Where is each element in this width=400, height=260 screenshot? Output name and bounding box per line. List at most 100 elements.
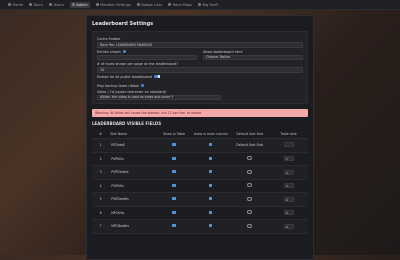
show-in-table-radio[interactable] (172, 156, 176, 160)
show-main-cell (191, 138, 231, 153)
page-field[interactable]: 10 (97, 67, 303, 73)
map-icon (168, 3, 172, 6)
public-toggle[interactable] (154, 75, 161, 78)
show-in-table-cell (156, 152, 192, 166)
default-sort-cell (230, 165, 270, 180)
entries-label: Entries shown (97, 50, 197, 54)
help-icon[interactable] (122, 49, 126, 54)
table-rank-stepper[interactable]: 3 (283, 183, 294, 189)
nav-item-member-settings[interactable]: Member Settings (95, 3, 131, 7)
default-sort-cell (230, 206, 270, 220)
public-label: Enable for all public leaderboard (97, 75, 303, 79)
default-sort-radio[interactable] (247, 210, 252, 215)
nav-item-big-stuff[interactable]: Big Stuff (198, 3, 218, 7)
stat-name: NPCDeaths (109, 219, 157, 234)
visible-fields-table: # Stat Name Show in Table show in main c… (92, 129, 308, 234)
stat-name: PVPDeaths (109, 165, 157, 180)
default-sort-radio[interactable] (247, 156, 252, 161)
table-row: 1 RFDataS Default Sort Stat (92, 138, 308, 153)
default-sort-cell (230, 192, 270, 207)
stat-name: PVEKills (109, 179, 157, 193)
row-number: 4 (92, 179, 110, 193)
fields-title: LEADERBOARD VISIBLE FIELDS (92, 121, 162, 126)
public-label-text: Enable for all public leaderboard (97, 74, 153, 79)
col-header: Default Sort Stat (230, 129, 270, 139)
show-in-table-cell (156, 138, 192, 153)
table-rank-cell: 4 (269, 192, 308, 207)
nav-label: Big Stuff (202, 2, 218, 7)
entries-field[interactable] (97, 54, 197, 60)
nav-label: Badge Lists (141, 2, 163, 7)
default-sort-cell (230, 179, 270, 193)
show-main-cell (191, 165, 231, 180)
entries-row: Entries shown Allow leaderboard html Cho… (97, 48, 303, 60)
row-number: 7 (92, 219, 110, 234)
col-header: # (92, 129, 110, 139)
nav-item-race-maps[interactable]: Race Maps (168, 3, 192, 7)
gear-icon (71, 3, 75, 6)
table-rank-stepper[interactable]: 4 (283, 196, 294, 202)
nav-item-users[interactable]: Users (49, 3, 64, 7)
default-sort-text: Default Sort Stat (236, 143, 263, 148)
help-icon[interactable] (141, 83, 145, 88)
show-in-table-radio[interactable] (172, 197, 176, 201)
default-sort-cell: Default Sort Stat (230, 138, 270, 153)
show-main-radio[interactable] (209, 224, 213, 228)
nav-label: Discs (33, 2, 44, 7)
show-main-cell (191, 152, 231, 166)
show-in-table-cell (156, 165, 192, 180)
show-in-table-radio[interactable] (172, 224, 176, 228)
nav-label: Admin (76, 2, 88, 7)
show-in-table-radio[interactable] (172, 170, 176, 174)
nav-item-admin[interactable]: Admin (69, 1, 90, 8)
default-sort-radio[interactable] (247, 223, 252, 228)
default-sort-radio[interactable] (247, 169, 252, 174)
show-main-radio[interactable] (209, 210, 213, 214)
show-main-radio[interactable] (209, 197, 213, 201)
table-rank-stepper[interactable]: 5 (283, 210, 294, 216)
show-main-cell (191, 179, 231, 193)
page-title: Leaderboard Settings (92, 21, 154, 27)
nav-label: Race Maps (172, 2, 192, 7)
video-field[interactable]: ANote: the video is used as index and co… (97, 94, 221, 100)
row-number: 3 (92, 165, 110, 180)
table-row: 5 PVEDeaths 4 (92, 192, 308, 207)
table-rank-cell: 3 (269, 179, 308, 193)
default-sort-cell (230, 219, 270, 234)
show-main-radio[interactable] (209, 143, 213, 147)
warning-banner: Warning: All fields will cause the sideb… (92, 109, 308, 117)
allow-label: Allow leaderboard html (203, 49, 243, 54)
default-sort-radio[interactable] (247, 183, 252, 188)
table-row: 3 PVPDeaths 2 (92, 165, 308, 180)
settings-icon (95, 3, 99, 6)
table-rank-stepper[interactable]: 2 (283, 169, 294, 175)
show-in-table-radio[interactable] (172, 143, 176, 147)
table-row: 4 PVEKills 3 (92, 179, 308, 193)
table-rank-cell: 1 (269, 152, 308, 166)
badge-label: Play backup team ribbon (97, 84, 303, 88)
table-rank-cell: 2 (269, 165, 308, 180)
nav-item-badge-lists[interactable]: Badge Lists (136, 2, 163, 7)
show-in-table-cell (156, 192, 192, 207)
table-rank-cell (269, 138, 308, 153)
settings-section: Cache Enable Race Yes: LEADBOARD ENABLED… (92, 31, 308, 104)
default-sort-radio[interactable] (247, 196, 252, 201)
show-in-table-radio[interactable] (172, 183, 176, 187)
show-in-table-radio[interactable] (172, 210, 176, 214)
nav-label: Users (53, 2, 64, 7)
table-row: 6 NPCKills 5 (92, 206, 308, 220)
show-main-radio[interactable] (209, 183, 213, 187)
stat-name: NPCKills (109, 206, 157, 220)
table-rank-stepper[interactable] (283, 142, 294, 148)
show-main-radio[interactable] (209, 156, 213, 160)
show-main-cell (191, 192, 231, 207)
video-label: Video / I'd (upper character on standard… (97, 89, 167, 94)
nav-item-discs[interactable]: Discs (29, 3, 43, 7)
table-rank-stepper[interactable]: 1 (283, 156, 294, 162)
table-rank-cell: 6 (269, 219, 308, 234)
show-main-radio[interactable] (209, 170, 213, 174)
col-header: Stat Name (109, 129, 157, 139)
nav-item-home[interactable]: Home (8, 3, 23, 7)
allow-select[interactable]: Choose: Native (203, 54, 303, 60)
table-rank-stepper[interactable]: 6 (283, 223, 294, 229)
